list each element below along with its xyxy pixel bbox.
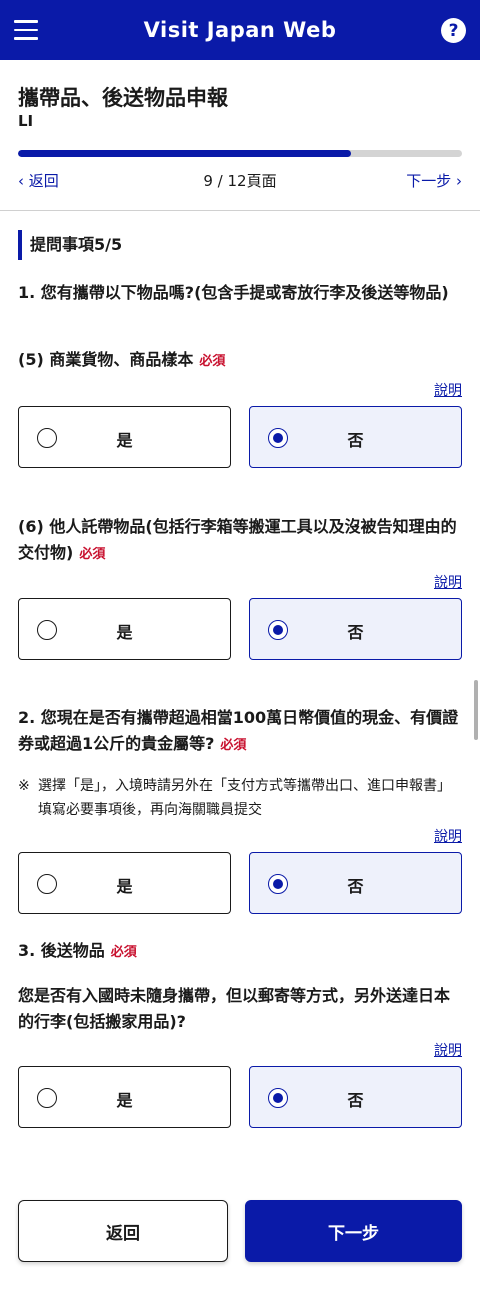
nav-back-link[interactable]: ‹ 返回 <box>18 170 59 191</box>
option-label: 否 <box>347 623 364 642</box>
explain-link[interactable]: 說明 <box>434 572 462 592</box>
page-indicator: 9 / 12頁面 <box>203 172 277 190</box>
question-1-text: 1. 您有攜帶以下物品嗎?(包含手提或寄放行李及後送等物品) <box>18 283 449 302</box>
question-3-label: 3. 後送物品 <box>18 941 105 960</box>
explain-link[interactable]: 說明 <box>434 1040 462 1060</box>
q3-no-option[interactable]: 否 <box>249 1066 462 1128</box>
required-badge: 必須 <box>220 738 247 753</box>
divider <box>0 210 480 211</box>
option-label: 是 <box>116 431 133 450</box>
q1-6-no-option[interactable]: 否 <box>249 598 462 660</box>
q1-6-yes-option[interactable]: 是 <box>18 598 231 660</box>
help-icon[interactable]: ? <box>441 18 466 43</box>
section-heading: 提問事項5/5 <box>18 230 122 260</box>
question-3-text: 3. 後送物品 必須 <box>18 938 462 966</box>
menu-icon[interactable] <box>14 20 38 40</box>
scrollbar[interactable] <box>474 680 478 740</box>
chevron-right-icon: › <box>456 172 462 190</box>
note-text: 選擇「是」，入境時請另外在「支付方式等攜帶出口、進口申報書」填寫必要事項後，再向… <box>38 778 451 818</box>
nav-next-label: 下一步 <box>406 172 452 190</box>
next-button[interactable]: 下一步 <box>245 1200 462 1262</box>
page-nav: ‹ 返回 9 / 12頁面 下一步 › <box>18 170 462 192</box>
question-1-5-text: (5) 商業貨物、商品樣本 必須 <box>18 347 462 375</box>
back-button[interactable]: 返回 <box>18 1200 228 1262</box>
app-title: Visit Japan Web <box>143 18 337 42</box>
required-badge: 必須 <box>79 547 106 562</box>
option-label: 是 <box>116 1091 133 1110</box>
question-2-text: 2. 您現在是否有攜帶超過相當100萬日幣價值的現金、有價證券或超過1公斤的貴金… <box>18 705 462 759</box>
required-badge: 必須 <box>199 354 226 369</box>
page-subtitle: LI <box>18 112 34 130</box>
app-header: Visit Japan Web ? <box>0 0 480 60</box>
nav-next-link[interactable]: 下一步 › <box>406 170 462 191</box>
q1-5-no-option[interactable]: 否 <box>249 406 462 468</box>
option-label: 否 <box>347 877 364 896</box>
progress-bar <box>18 150 462 157</box>
note-mark: ※ <box>18 778 30 794</box>
option-label: 否 <box>347 431 364 450</box>
question-3-detail: 您是否有入國時未隨身攜帶，但以郵寄等方式，另外送達日本的行李(包括搬家用品)? <box>18 986 451 1031</box>
q2-no-option[interactable]: 否 <box>249 852 462 914</box>
progress-fill <box>18 150 351 157</box>
question-1-5-label: (5) 商業貨物、商品樣本 <box>18 350 194 369</box>
question-1-6-text: (6) 他人託帶物品(包括行李箱等搬運工具以及沒被告知理由的交付物) 必須 <box>18 514 462 568</box>
option-label: 否 <box>347 1091 364 1110</box>
option-label: 是 <box>116 877 133 896</box>
chevron-left-icon: ‹ <box>18 172 24 190</box>
q3-yes-option[interactable]: 是 <box>18 1066 231 1128</box>
nav-back-label: 返回 <box>28 172 59 190</box>
required-badge: 必須 <box>110 945 137 960</box>
q2-yes-option[interactable]: 是 <box>18 852 231 914</box>
explain-link[interactable]: 說明 <box>434 826 462 846</box>
option-label: 是 <box>116 623 133 642</box>
q1-5-yes-option[interactable]: 是 <box>18 406 231 468</box>
page-title: 攜帶品、後送物品申報 <box>18 86 228 110</box>
question-2-note: ※ 選擇「是」，入境時請另外在「支付方式等攜帶出口、進口申報書」填寫必要事項後，… <box>18 774 462 822</box>
explain-link[interactable]: 說明 <box>434 380 462 400</box>
